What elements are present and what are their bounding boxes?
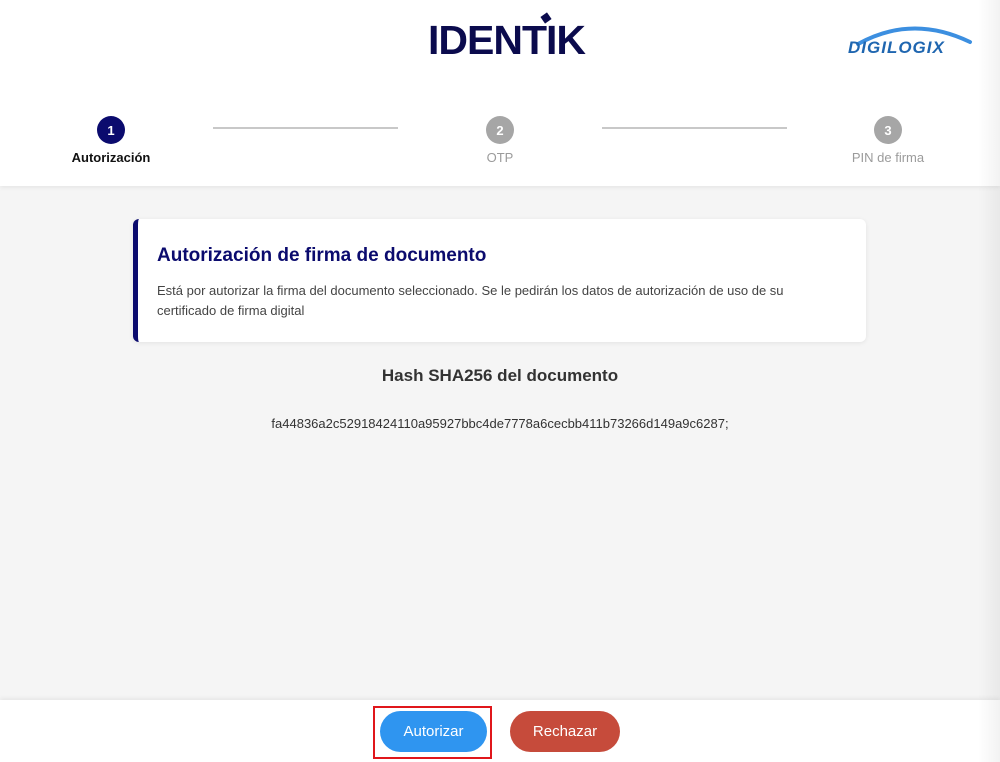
hash-title: Hash SHA256 del documento <box>381 366 619 385</box>
card-title: Autorización de firma de documento <box>157 245 487 266</box>
step-number: 2 <box>486 116 514 144</box>
step-signing-pin: 3 PIN de firma <box>828 116 948 165</box>
hash-value: fa44836a2c52918424110a95927bbc4de7778a6c… <box>271 416 729 431</box>
reject-button[interactable]: Rechazar <box>510 711 620 752</box>
card-description: Está por autorizar la firma del document… <box>157 283 784 318</box>
digilogix-logo-text: DIGILOGIX <box>848 38 945 57</box>
digilogix-logo: DIGILOGIX <box>846 20 982 58</box>
step-number: 3 <box>874 116 902 144</box>
step-number: 1 <box>97 116 125 144</box>
authorization-info-card: Autorización de firma de documento Está … <box>133 219 866 342</box>
step-authorization: 1 Autorización <box>51 116 171 165</box>
step-connector-2 <box>602 127 787 129</box>
header: IDENTIK DIGILOGIX 1 Autorización 2 OTP 3… <box>0 0 1000 186</box>
step-connector-1 <box>213 127 398 129</box>
step-label: Autorización <box>71 150 151 165</box>
scroll-edge-shadow <box>978 0 1000 762</box>
step-otp: 2 OTP <box>440 116 560 165</box>
action-footer <box>0 700 1000 762</box>
identik-logo: IDENTIK <box>428 12 586 63</box>
step-label: OTP <box>486 150 514 165</box>
identik-logo-text: IDENTIK <box>428 17 586 63</box>
step-label: PIN de firma <box>851 150 925 165</box>
authorize-button[interactable]: Autorizar <box>380 711 487 752</box>
